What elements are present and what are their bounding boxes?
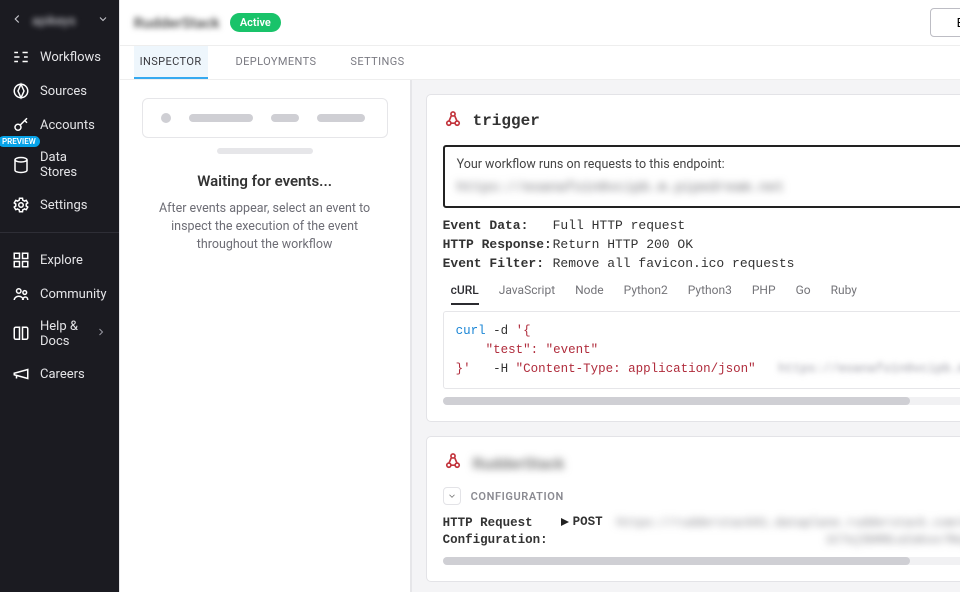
triangle-right-icon [561,518,569,526]
horizontal-scrollbar[interactable] [443,397,960,405]
database-icon [12,156,30,174]
tab-settings[interactable]: SETTINGS [344,46,410,79]
step-title: RudderStack [473,454,565,473]
tab-deployments[interactable]: DEPLOYMENTS [230,46,323,79]
sidebar-item-label: Workflows [40,50,101,65]
configuration-label: CONFIGURATION [471,490,564,503]
code-tab-go[interactable]: Go [796,283,811,305]
trigger-title: trigger [473,112,540,130]
sidebar-item-careers[interactable]: Careers [0,357,119,391]
sidebar: apikeys Workflows Sources Accounts PREVI… [0,0,119,592]
sidebar-item-sources[interactable]: Sources [0,74,119,108]
code-snippet[interactable]: curl -d '{ "test": "event" }' -H "Conten… [443,311,960,389]
sidebar-item-label: Community [40,287,107,302]
inspector-body: After events appear, select an event to … [142,200,388,254]
horizontal-scrollbar[interactable] [443,557,960,565]
step-card: RudderStack CONFIGURATION HTTP Request C… [426,436,960,582]
megaphone-icon [12,365,30,383]
grid-icon [12,251,30,269]
trigger-card: trigger Your workflow runs on requests t… [426,94,960,422]
kv-key: HTTP Response: [443,237,553,252]
endpoint-url: https://eoanafo1n0vcipb.m.pipedream.net [457,180,960,196]
kv-key: Event Data: [443,218,553,233]
code-tab-python3[interactable]: Python3 [688,283,732,305]
kv-val: Full HTTP request [553,218,686,233]
sidebar-item-data-stores[interactable]: PREVIEW Data Stores [0,142,119,188]
workflow-title: RudderStack [134,14,220,32]
http-method: POST [561,515,603,529]
webhook-icon [443,109,463,133]
sidebar-item-explore[interactable]: Explore [0,243,119,277]
people-icon [12,285,30,303]
chevron-right-icon [95,326,107,342]
sidebar-item-help[interactable]: Help & Docs [0,311,119,357]
code-tab-javascript[interactable]: JavaScript [499,283,555,305]
sidebar-item-settings[interactable]: Settings [0,188,119,222]
status-badge: Active [230,13,281,32]
sidebar-item-workflows[interactable]: Workflows [0,40,119,74]
sidebar-item-label: Accounts [40,118,95,133]
workflow-icon [12,48,30,66]
org-name[interactable]: apikeys [32,14,89,29]
kv-key: Event Filter: [443,256,553,271]
top-tabs: INSPECTOR DEPLOYMENTS SETTINGS [120,46,960,80]
tab-inspector[interactable]: INSPECTOR [134,46,208,79]
code-tab-python2[interactable]: Python2 [624,283,668,305]
topbar: RudderStack Active Edit [120,0,960,46]
kv-val: Remove all favicon.ico requests [553,256,795,271]
code-tabs: cURL JavaScript Node Python2 Python3 PHP… [443,283,960,305]
endpoint-box: Your workflow runs on requests to this e… [443,145,960,208]
chevron-down-icon [447,491,457,501]
sidebar-item-label: Help & Docs [40,319,85,349]
inspector-title: Waiting for events... [142,172,388,190]
config-key: HTTP Request Configuration: [443,515,547,549]
sidebar-item-label: Sources [40,84,87,99]
edit-button[interactable]: Edit [930,8,960,37]
sidebar-item-label: Careers [40,367,85,382]
back-icon[interactable] [10,12,24,30]
endpoint-label: Your workflow runs on requests to this e… [457,157,960,172]
expand-toggle[interactable] [443,487,461,505]
sidebar-item-community[interactable]: Community [0,277,119,311]
sources-icon [12,82,30,100]
preview-badge: PREVIEW [0,136,40,147]
code-tab-node[interactable]: Node [575,283,604,305]
sidebar-divider [0,232,119,233]
webhook-icon [443,451,463,475]
kv-val: Return HTTP 200 OK [553,237,693,252]
code-tab-php[interactable]: PHP [752,283,776,305]
sidebar-item-label: Settings [40,198,87,213]
key-icon [12,116,30,134]
sidebar-item-label: Explore [40,253,83,268]
workflow-canvas: trigger Your workflow runs on requests t… [412,80,960,592]
code-tab-curl[interactable]: cURL [451,283,479,305]
event-placeholder-card [142,98,388,138]
config-url: https://rudderstack01.dataplane.rudderst… [617,515,960,549]
inspector-panel: Waiting for events... After events appea… [120,80,412,592]
book-icon [12,325,30,343]
sidebar-item-label: Data Stores [40,150,107,180]
code-tab-ruby[interactable]: Ruby [831,283,857,305]
chevron-down-icon[interactable] [97,13,109,29]
gear-icon [12,196,30,214]
